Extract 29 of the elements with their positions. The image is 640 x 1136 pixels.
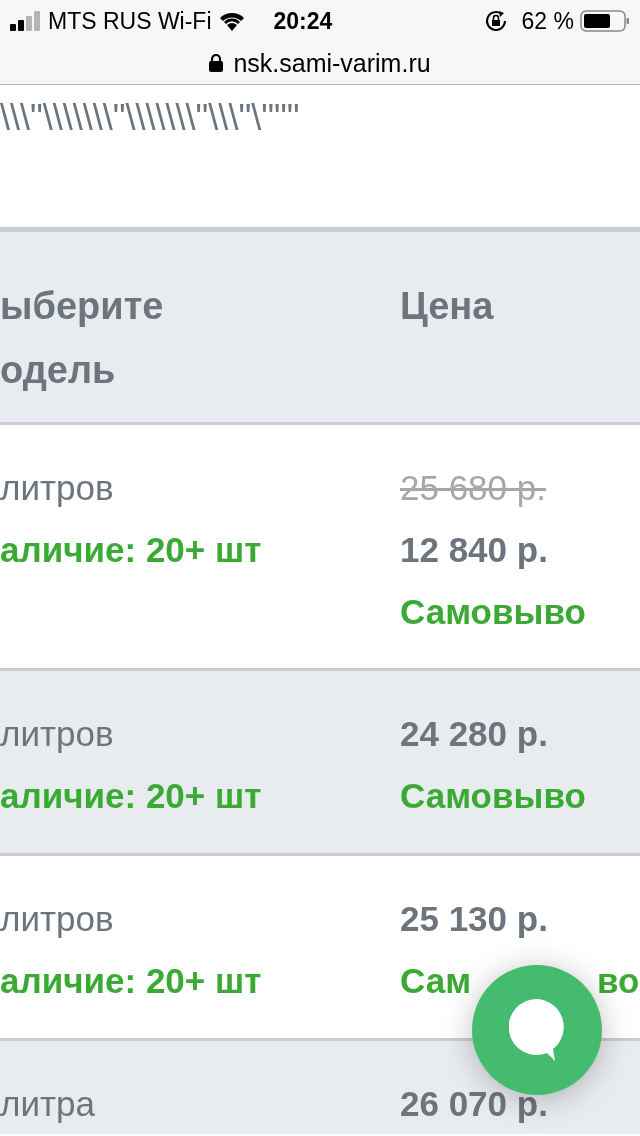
battery-icon [580, 9, 630, 33]
signal-icon [10, 11, 42, 31]
column-header: одель [0, 348, 116, 393]
model-name: литров [0, 713, 114, 755]
price: 12 840 р. [400, 529, 548, 571]
battery-percent: 62 % [521, 7, 574, 35]
pickup-label: во [597, 960, 640, 1002]
address-url[interactable]: nsk.sami-varim.ru [233, 48, 431, 78]
clock-time: 20:24 [273, 7, 333, 35]
price: 26 070 р. [400, 1083, 548, 1125]
carrier-name: MTS RUS Wi-Fi [48, 7, 212, 35]
lock-icon [209, 54, 224, 72]
pickup-label: Сам [400, 960, 472, 1002]
column-header: Цена [400, 284, 494, 329]
model-name: литров [0, 898, 114, 940]
page-text: \\\"\\\\\\\"\\\\\\\"\\\"\""" [0, 97, 300, 138]
pickup-label: Самовыво [400, 775, 586, 817]
stock-status: аличие: 20+ шт [0, 775, 262, 817]
column-header: ыберите [0, 284, 164, 329]
pickup-label: Самовыво [400, 591, 586, 633]
price: 25 130 р. [400, 898, 548, 940]
old-price: 25 680 р. [400, 467, 546, 509]
stock-status: аличие: 20+ шт [0, 529, 262, 571]
model-name: литра [0, 1083, 95, 1125]
rotation-lock-icon [483, 9, 508, 33]
price: 24 280 р. [400, 713, 548, 755]
model-name: литров [0, 467, 114, 509]
stock-status: аличие: 20+ шт [0, 960, 262, 1002]
speech-bubble-icon [509, 999, 565, 1061]
